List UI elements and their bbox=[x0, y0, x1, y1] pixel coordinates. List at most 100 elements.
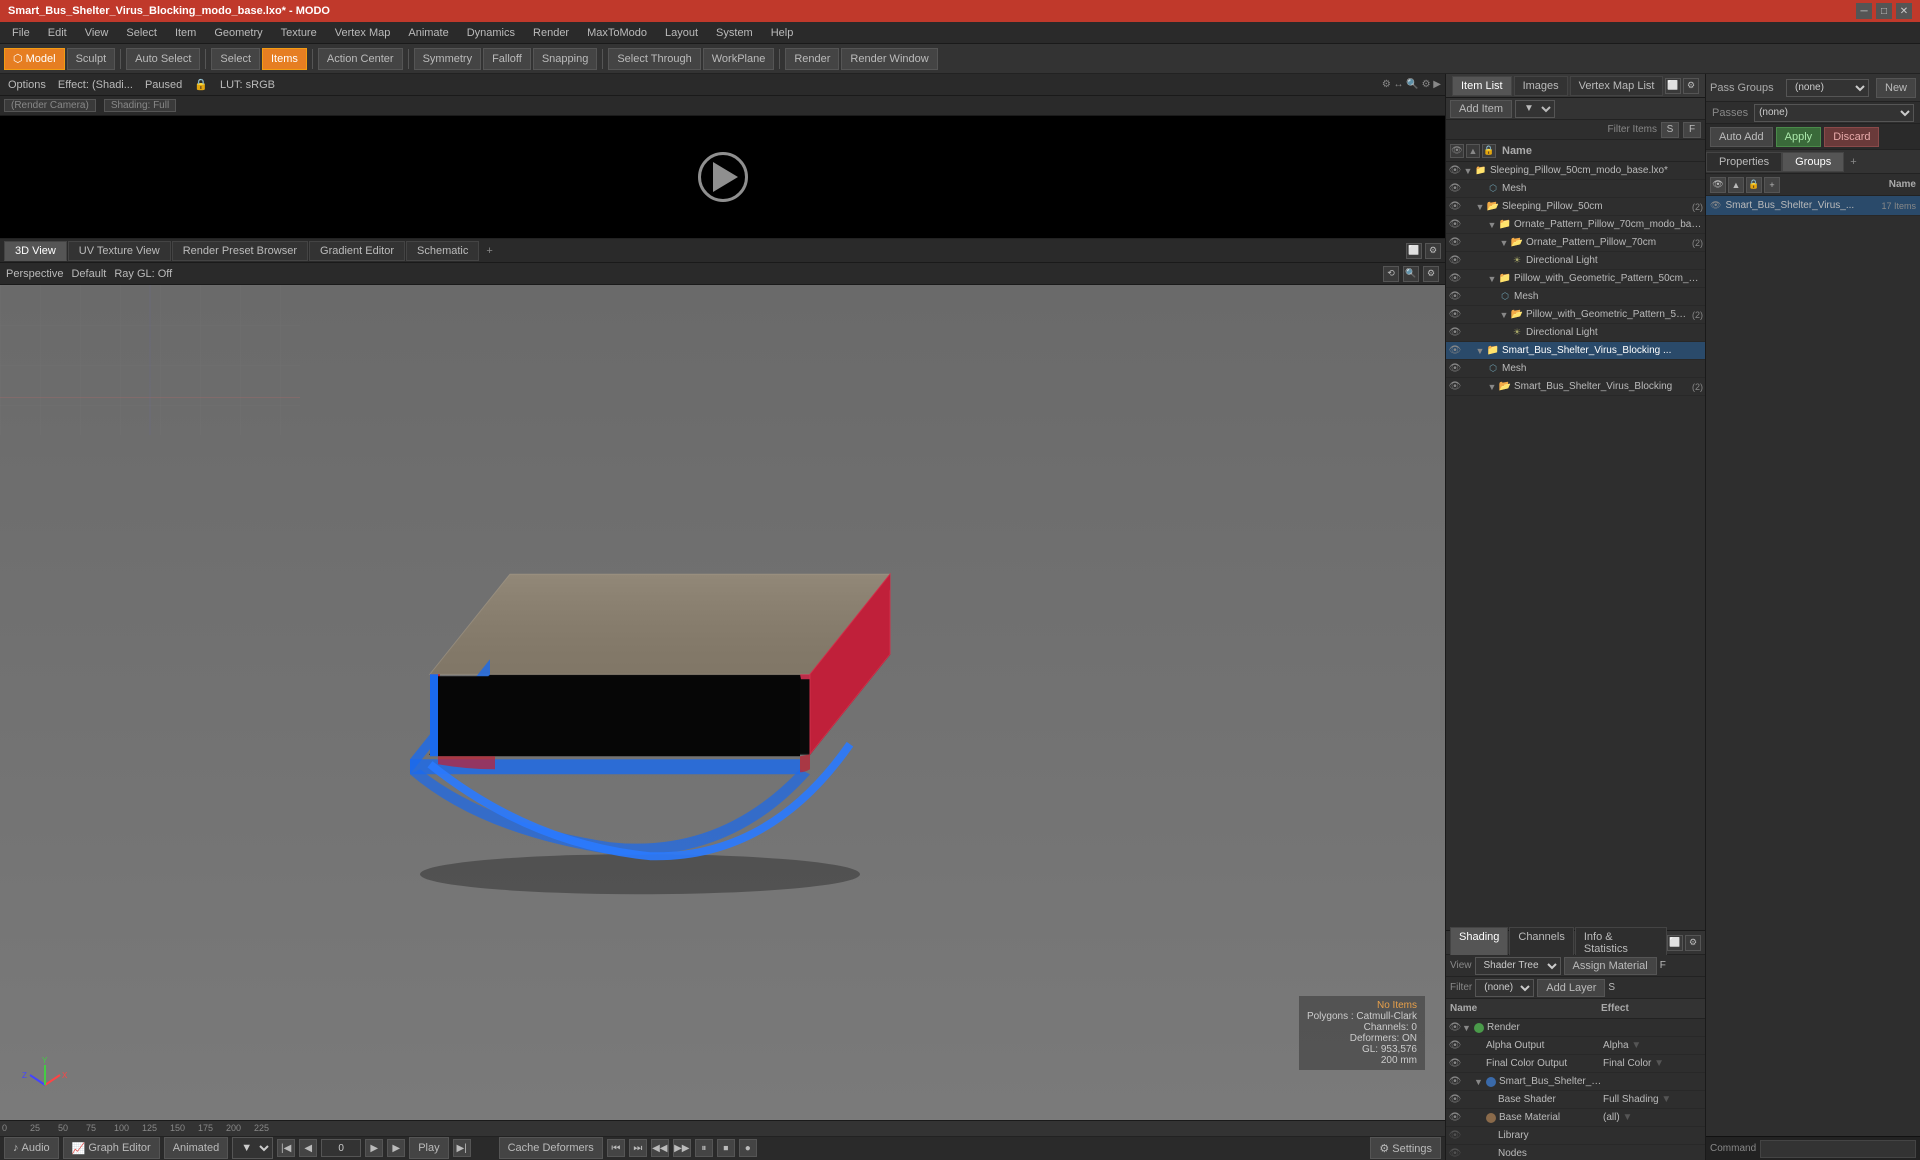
tab-properties[interactable]: Properties bbox=[1706, 152, 1782, 172]
frame-input[interactable] bbox=[321, 1139, 361, 1157]
render-button[interactable]: Render bbox=[785, 48, 839, 70]
auto-select-button[interactable]: Auto Select bbox=[126, 48, 200, 70]
visibility-icon[interactable]: 👁 bbox=[1448, 236, 1462, 250]
shader-tree-select[interactable]: Shader Tree bbox=[1475, 957, 1561, 975]
menu-animate[interactable]: Animate bbox=[400, 25, 456, 41]
list-item[interactable]: 👁 ▼ 📂 Sleeping_Pillow_50cm (2) bbox=[1446, 198, 1705, 216]
tab-info-stats[interactable]: Info & Statistics bbox=[1575, 927, 1667, 959]
list-item[interactable]: 👁 ⬡ Mesh bbox=[1446, 360, 1705, 378]
falloff-button[interactable]: Falloff bbox=[483, 48, 531, 70]
new-pass-group-button[interactable]: New bbox=[1876, 78, 1916, 98]
add-item-button[interactable]: Add Item bbox=[1450, 100, 1512, 118]
shading-eye-icon[interactable]: 👁 bbox=[1448, 1057, 1462, 1071]
transport-btn-5[interactable]: ⏸ bbox=[695, 1139, 713, 1157]
shading-eye-icon[interactable]: 👁 bbox=[1448, 1075, 1462, 1089]
shading-list-item[interactable]: 👁 Alpha Output Alpha ▼ bbox=[1446, 1037, 1705, 1055]
transport-btn-3[interactable]: ◀◀ bbox=[651, 1139, 669, 1157]
list-item[interactable]: 👁 ▼ 📁 Ornate_Pattern_Pillow_70cm_modo_ba… bbox=[1446, 216, 1705, 234]
discard-button[interactable]: Discard bbox=[1824, 127, 1879, 147]
shading-expand-icon[interactable]: ▼ bbox=[1462, 1023, 1474, 1033]
list-item[interactable]: 👁 ▼ 📁 Sleeping_Pillow_50cm_modo_base.lxo… bbox=[1446, 162, 1705, 180]
shading-eye-icon[interactable]: 👁 bbox=[1448, 1039, 1462, 1053]
tab-uv-texture[interactable]: UV Texture View bbox=[68, 241, 171, 261]
shading-list-item[interactable]: 👁 ▼ Render bbox=[1446, 1019, 1705, 1037]
symmetry-button[interactable]: Symmetry bbox=[414, 48, 482, 70]
transport-btn-4[interactable]: ▶▶ bbox=[673, 1139, 691, 1157]
visibility-icon[interactable]: 👁 bbox=[1448, 326, 1462, 340]
view-perspective[interactable]: Perspective bbox=[6, 268, 63, 280]
filter-s-button[interactable]: S bbox=[1661, 122, 1679, 138]
minimize-button[interactable]: ─ bbox=[1856, 3, 1872, 19]
cache-deformers-button[interactable]: Cache Deformers bbox=[499, 1137, 603, 1159]
tab-shading[interactable]: Shading bbox=[1450, 927, 1508, 959]
shading-list-item[interactable]: 👁 Nodes bbox=[1446, 1145, 1705, 1160]
menu-select[interactable]: Select bbox=[118, 25, 165, 41]
shading-list-item[interactable]: 👁 Library bbox=[1446, 1127, 1705, 1145]
render-window-button[interactable]: Render Window bbox=[841, 48, 937, 70]
render-camera-label[interactable]: (Render Camera) bbox=[4, 99, 96, 112]
tab-render-preset[interactable]: Render Preset Browser bbox=[172, 241, 308, 261]
menu-item[interactable]: Item bbox=[167, 25, 204, 41]
graph-editor-button[interactable]: 📈 Graph Editor bbox=[63, 1137, 160, 1159]
groups-list-item[interactable]: 👁 Smart_Bus_Shelter_Virus_... 17 Items bbox=[1706, 196, 1920, 216]
add-item-select[interactable]: ▼ bbox=[1515, 100, 1555, 118]
expand-icon[interactable]: ▼ bbox=[1474, 345, 1486, 357]
shading-list-item[interactable]: 👁 Base Material (all) ▼ bbox=[1446, 1109, 1705, 1127]
play-button-main[interactable]: Play bbox=[409, 1137, 448, 1159]
groups-add-btn[interactable]: + bbox=[1764, 177, 1780, 193]
list-item[interactable]: 👁 ▼ 📁 Pillow_with_Geometric_Pattern_50cm… bbox=[1446, 270, 1705, 288]
skip-end-button[interactable]: ▶| bbox=[453, 1139, 471, 1157]
tab-item-list[interactable]: Item List bbox=[1452, 76, 1512, 96]
menu-layout[interactable]: Layout bbox=[657, 25, 706, 41]
item-render-all-btn[interactable]: ▲ bbox=[1466, 144, 1480, 158]
list-item[interactable]: 👁 ▼ 📂 Smart_Bus_Shelter_Virus_Blocking (… bbox=[1446, 378, 1705, 396]
expand-icon[interactable]: ▼ bbox=[1498, 237, 1510, 249]
workplane-button[interactable]: WorkPlane bbox=[703, 48, 775, 70]
maximize-button[interactable]: □ bbox=[1876, 3, 1892, 19]
apply-button[interactable]: Apply bbox=[1776, 127, 1822, 147]
animated-button[interactable]: Animated bbox=[164, 1137, 228, 1159]
view-ray-gl[interactable]: Ray GL: Off bbox=[114, 268, 172, 280]
visibility-icon[interactable]: 👁 bbox=[1448, 200, 1462, 214]
tab-3d-view[interactable]: 3D View bbox=[4, 241, 67, 261]
play-all-button[interactable]: ▶ bbox=[387, 1139, 405, 1157]
viewport-zoom-button[interactable]: 🔍 bbox=[1403, 266, 1419, 282]
sculpt-mode-button[interactable]: Sculpt bbox=[67, 48, 116, 70]
item-panel-settings-btn[interactable]: ⚙ bbox=[1683, 78, 1699, 94]
groups-visibility-btn[interactable]: 👁 bbox=[1710, 177, 1726, 193]
menu-maxtomode[interactable]: MaxToModo bbox=[579, 25, 655, 41]
action-center-button[interactable]: Action Center bbox=[318, 48, 403, 70]
expand-icon[interactable]: ▼ bbox=[1474, 201, 1486, 213]
viewport-settings-button[interactable]: ⚙ bbox=[1425, 243, 1441, 259]
visibility-icon[interactable]: 👁 bbox=[1448, 344, 1462, 358]
expand-icon[interactable]: ▼ bbox=[1486, 219, 1498, 231]
expand-icon[interactable]: ▼ bbox=[1498, 309, 1510, 321]
visibility-icon[interactable]: 👁 bbox=[1448, 308, 1462, 322]
viewport-expand-button[interactable]: ⬜ bbox=[1406, 243, 1422, 259]
menu-geometry[interactable]: Geometry bbox=[206, 25, 270, 41]
select-button[interactable]: Select bbox=[211, 48, 260, 70]
tab-gradient-editor[interactable]: Gradient Editor bbox=[309, 241, 405, 261]
list-item[interactable]: 👁 ☀ Directional Light bbox=[1446, 252, 1705, 270]
skip-start-button[interactable]: |◀ bbox=[277, 1139, 295, 1157]
shading-expand-btn[interactable]: ⬜ bbox=[1667, 935, 1683, 951]
view-default[interactable]: Default bbox=[71, 268, 106, 280]
transport-btn-7[interactable]: ● bbox=[739, 1139, 757, 1157]
settings-button[interactable]: ⚙ Settings bbox=[1370, 1137, 1441, 1159]
menu-render[interactable]: Render bbox=[525, 25, 577, 41]
pass-groups-select[interactable]: (none) bbox=[1786, 79, 1869, 97]
shading-list-item[interactable]: 👁 ▼ Smart_Bus_Shelter_Virus_Bl... bbox=[1446, 1073, 1705, 1091]
expand-icon[interactable]: ▼ bbox=[1486, 273, 1498, 285]
menu-edit[interactable]: Edit bbox=[40, 25, 75, 41]
visibility-icon[interactable]: 👁 bbox=[1448, 182, 1462, 196]
list-item[interactable]: 👁 ▼ 📂 Pillow_with_Geometric_Pattern_50cm… bbox=[1446, 306, 1705, 324]
list-item[interactable]: 👁 ⬡ Mesh bbox=[1446, 288, 1705, 306]
tab-vertex-map[interactable]: Vertex Map List bbox=[1570, 76, 1664, 96]
transport-btn-2[interactable]: ⏭ bbox=[629, 1139, 647, 1157]
viewport-options-button[interactable]: ⚙ bbox=[1423, 266, 1439, 282]
passes-select[interactable]: (none) bbox=[1754, 104, 1914, 122]
visibility-icon[interactable]: 👁 bbox=[1448, 290, 1462, 304]
model-mode-button[interactable]: ⬡ Model bbox=[4, 48, 65, 70]
shading-eye-icon[interactable]: 👁 bbox=[1448, 1111, 1462, 1125]
shading-settings-btn[interactable]: ⚙ bbox=[1685, 935, 1701, 951]
